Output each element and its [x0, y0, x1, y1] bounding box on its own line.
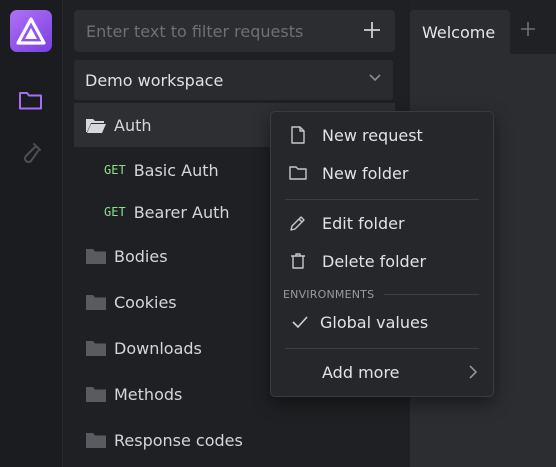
filter-box — [74, 10, 395, 52]
menu-new-request[interactable]: New request — [271, 117, 493, 153]
app-rail — [0, 0, 63, 467]
menu-divider — [384, 294, 479, 295]
trash-icon — [291, 253, 305, 269]
folder-open-icon — [86, 119, 106, 133]
method-badge: GET — [104, 163, 126, 177]
tree-item-label: Response codes — [114, 430, 243, 450]
method-badge: GET — [104, 205, 126, 219]
menu-add-more[interactable]: Add more — [271, 354, 493, 390]
menu-section-environments: ENVIRONMENTS — [283, 288, 375, 301]
menu-item-label: New request — [322, 125, 423, 145]
collections-folder-icon[interactable] — [14, 83, 48, 117]
tree-item-label: Downloads — [114, 338, 202, 358]
filter-input[interactable] — [86, 21, 356, 41]
menu-item-label: Global values — [320, 312, 429, 332]
folder-icon — [86, 249, 106, 264]
folder-icon — [86, 433, 106, 448]
menu-item-label: Add more — [322, 362, 400, 382]
app-logo — [10, 10, 52, 52]
menu-divider — [285, 199, 479, 200]
tree-item-label: Cookies — [114, 292, 177, 312]
environments-flask-icon[interactable] — [14, 136, 48, 170]
tab-label: Welcome — [422, 22, 496, 42]
workspace-selector[interactable]: Demo workspace — [74, 60, 393, 100]
add-request-plus-icon[interactable] — [361, 19, 383, 41]
folder-icon — [86, 341, 106, 356]
chevron-right-icon — [469, 365, 478, 379]
workspace-name: Demo workspace — [85, 70, 224, 90]
tree-item-label: Bodies — [114, 246, 168, 266]
tree-item-label: Auth — [114, 115, 152, 135]
menu-item-label: New folder — [322, 163, 409, 183]
tree-item-label: Basic Auth — [133, 160, 219, 180]
folder-icon — [289, 166, 307, 180]
tree-folder-response-codes[interactable]: Response codes — [74, 418, 395, 462]
tab-welcome[interactable]: Welcome — [410, 10, 510, 54]
new-tab-plus-icon[interactable] — [519, 20, 537, 38]
tree-item-label: Methods — [114, 384, 183, 404]
folder-icon — [86, 295, 106, 310]
menu-item-label: Delete folder — [322, 251, 427, 271]
chevron-down-icon — [369, 74, 381, 82]
menu-new-folder[interactable]: New folder — [271, 155, 493, 191]
menu-edit-folder[interactable]: Edit folder — [271, 205, 493, 241]
menu-divider — [285, 348, 479, 349]
folder-context-menu: New request New folder Edit folder Delet… — [270, 111, 494, 397]
check-icon — [292, 316, 308, 329]
menu-item-label: Edit folder — [322, 213, 405, 233]
menu-delete-folder[interactable]: Delete folder — [271, 243, 493, 279]
menu-global-values[interactable]: Global values — [271, 304, 493, 340]
folder-icon — [86, 387, 106, 402]
tree-item-label: Bearer Auth — [133, 202, 230, 222]
pencil-icon — [290, 216, 305, 231]
file-icon — [291, 126, 305, 144]
